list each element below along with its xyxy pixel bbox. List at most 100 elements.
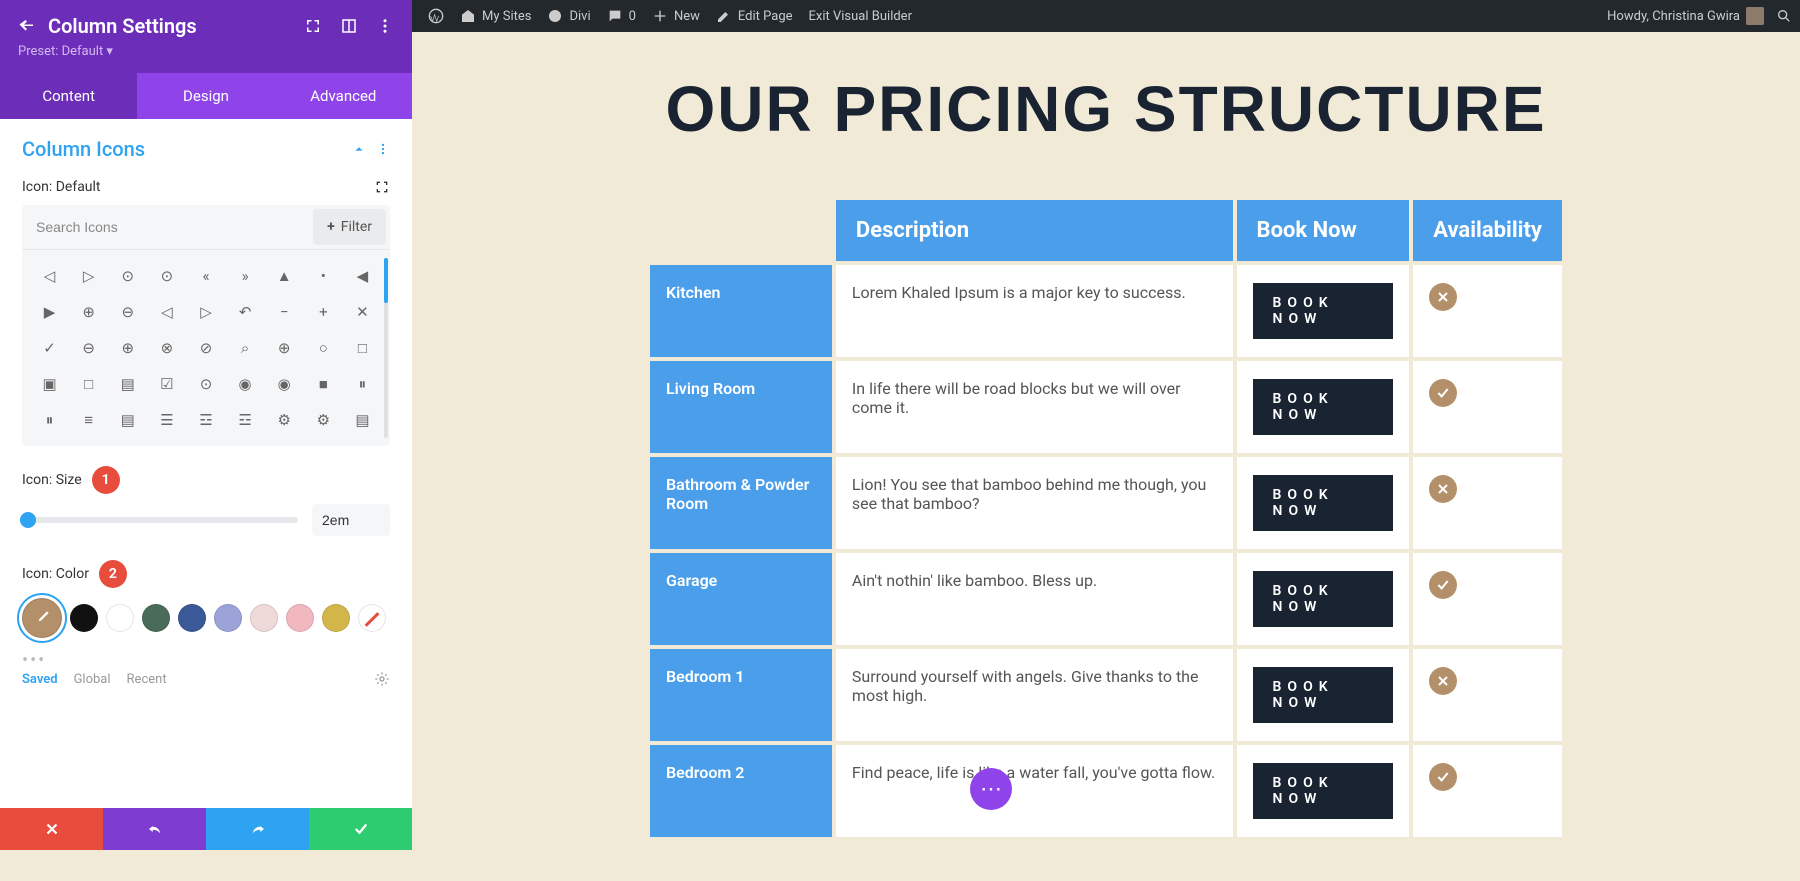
book-button[interactable]: BOOK NOW [1253, 571, 1394, 627]
icon-option[interactable]: ◀ [343, 258, 382, 294]
icon-option[interactable]: ⌕ [226, 330, 265, 366]
color-swatch-none[interactable] [358, 604, 386, 632]
expand-icon[interactable] [304, 17, 322, 35]
more-icon[interactable] [376, 17, 394, 35]
icon-option[interactable]: ▲ [265, 258, 304, 294]
icon-option[interactable]: ⊗ [147, 330, 186, 366]
size-slider[interactable] [22, 517, 298, 523]
icon-grid-scrollbar[interactable] [384, 258, 388, 438]
color-swatch[interactable] [286, 604, 314, 632]
icon-option[interactable]: ▤ [108, 366, 147, 402]
color-swatch[interactable] [106, 604, 134, 632]
icon-option[interactable]: ▶ [30, 294, 69, 330]
focus-icon[interactable] [374, 179, 390, 195]
icon-option[interactable]: ✓ [30, 330, 69, 366]
icon-option[interactable]: ☰ [147, 402, 186, 438]
color-swatch[interactable] [250, 604, 278, 632]
icon-option[interactable]: □ [343, 330, 382, 366]
check-icon [1429, 379, 1457, 407]
color-tab-recent[interactable]: Recent [127, 672, 167, 687]
book-button[interactable]: BOOK NOW [1253, 475, 1394, 531]
icon-option[interactable]: ☑ [147, 366, 186, 402]
redo-button[interactable] [206, 808, 309, 850]
icon-option[interactable]: • [304, 258, 343, 294]
row-desc: Lion! You see that bamboo behind me thou… [836, 457, 1233, 549]
color-swatch[interactable] [142, 604, 170, 632]
icon-option[interactable]: ⊙ [186, 366, 225, 402]
icon-option[interactable]: − [265, 294, 304, 330]
icon-option[interactable]: ✕ [343, 294, 382, 330]
size-input[interactable] [312, 504, 390, 536]
icon-option[interactable]: ☲ [226, 402, 265, 438]
cancel-button[interactable] [0, 808, 103, 850]
color-tab-saved[interactable]: Saved [22, 672, 58, 687]
icon-option[interactable]: ◁ [147, 294, 186, 330]
icon-option[interactable]: ▷ [69, 258, 108, 294]
icon-option[interactable]: ⊕ [69, 294, 108, 330]
icon-option[interactable]: □ [69, 366, 108, 402]
icon-option[interactable]: ⏸ [30, 402, 69, 438]
icon-option[interactable]: ▤ [108, 402, 147, 438]
icon-option[interactable]: ▣ [30, 366, 69, 402]
icon-option[interactable]: ⊖ [108, 294, 147, 330]
color-swatch[interactable] [22, 598, 62, 638]
color-tab-global[interactable]: Global [74, 672, 111, 687]
section-header[interactable]: Column Icons [22, 137, 390, 161]
color-swatch[interactable] [322, 604, 350, 632]
icon-option[interactable]: + [304, 294, 343, 330]
icon-option[interactable]: ⚙ [265, 402, 304, 438]
tab-advanced[interactable]: Advanced [275, 73, 412, 119]
book-button[interactable]: BOOK NOW [1253, 667, 1394, 723]
table-row: KitchenLorem Khaled Ipsum is a major key… [650, 265, 1562, 357]
icon-option[interactable]: ⊕ [108, 330, 147, 366]
icon-option[interactable]: ⊙ [108, 258, 147, 294]
icon-option[interactable]: ⊕ [265, 330, 304, 366]
icon-option[interactable]: ☲ [186, 402, 225, 438]
module-fab[interactable]: ⋯ [970, 768, 1012, 810]
icon-option[interactable]: ▷ [186, 294, 225, 330]
icon-option[interactable]: ↶ [226, 294, 265, 330]
search-icon[interactable] [1776, 8, 1792, 24]
book-button[interactable]: BOOK NOW [1253, 283, 1394, 339]
icon-option[interactable]: ◉ [265, 366, 304, 402]
new-link[interactable]: New [652, 8, 700, 24]
comments-link[interactable]: 0 [607, 8, 636, 24]
filter-button[interactable]: +Filter [313, 209, 386, 245]
icon-option[interactable]: ▤ [343, 402, 382, 438]
icon-search-input[interactable] [22, 207, 309, 247]
undo-button[interactable] [103, 808, 206, 850]
exit-builder-link[interactable]: Exit Visual Builder [809, 9, 912, 24]
icon-option[interactable]: ⏸ [343, 366, 382, 402]
icon-option[interactable]: ≡ [69, 402, 108, 438]
divi-link[interactable]: Divi [547, 8, 590, 24]
more-dots[interactable]: ••• [22, 650, 390, 671]
gear-icon[interactable] [374, 671, 390, 687]
icon-option[interactable]: ○ [304, 330, 343, 366]
icon-option[interactable]: ⊘ [186, 330, 225, 366]
layout-icon[interactable] [340, 17, 358, 35]
icon-option[interactable]: ⚙ [304, 402, 343, 438]
back-icon[interactable] [18, 17, 36, 35]
tab-content[interactable]: Content [0, 73, 137, 119]
chevron-up-icon[interactable] [352, 142, 366, 156]
icon-option[interactable]: ◉ [226, 366, 265, 402]
icon-option[interactable]: ◁ [30, 258, 69, 294]
save-button[interactable] [309, 808, 412, 850]
color-swatch[interactable] [214, 604, 242, 632]
preset-dropdown[interactable]: Preset: Default ▾ [18, 44, 394, 59]
icon-option[interactable]: ⊖ [69, 330, 108, 366]
icon-option[interactable]: ■ [304, 366, 343, 402]
icon-option[interactable]: ⊙ [147, 258, 186, 294]
my-sites-link[interactable]: My Sites [460, 8, 531, 24]
icon-option[interactable]: « [186, 258, 225, 294]
wp-logo[interactable] [428, 8, 444, 24]
user-greeting[interactable]: Howdy, Christina Gwira [1607, 7, 1764, 25]
color-swatch[interactable] [178, 604, 206, 632]
edit-page-link[interactable]: Edit Page [716, 8, 793, 24]
book-button[interactable]: BOOK NOW [1253, 379, 1394, 435]
book-button[interactable]: BOOK NOW [1253, 763, 1394, 819]
color-swatch[interactable] [70, 604, 98, 632]
tab-design[interactable]: Design [137, 73, 274, 119]
section-more-icon[interactable] [376, 142, 390, 156]
icon-option[interactable]: » [226, 258, 265, 294]
